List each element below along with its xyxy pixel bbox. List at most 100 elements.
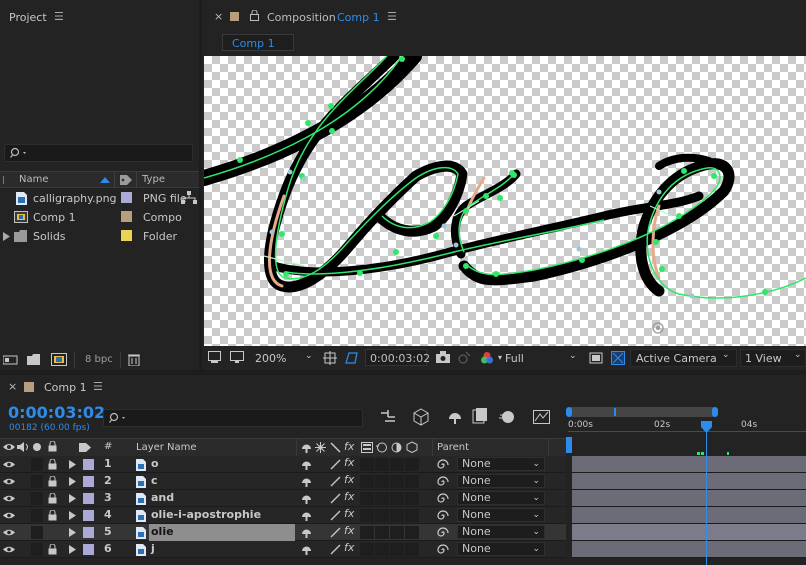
region-of-interest-icon[interactable] <box>589 351 603 365</box>
audio-icon[interactable] <box>17 442 29 452</box>
composition-viewer[interactable] <box>204 56 806 346</box>
layer-duration-bar[interactable] <box>572 541 806 558</box>
label-tag-icon[interactable] <box>78 442 92 453</box>
choose-grid-icon[interactable] <box>323 351 337 365</box>
motion-blur-switch-icon[interactable] <box>376 442 387 453</box>
current-time-indicator-head[interactable] <box>700 421 713 433</box>
frame-blend-toggle[interactable] <box>360 543 374 556</box>
quality-switch-icon[interactable] <box>330 476 341 487</box>
effects-fx-icon[interactable]: fx <box>344 541 354 554</box>
quality-switch-icon[interactable] <box>330 493 341 504</box>
shy-layers-icon[interactable] <box>447 409 463 425</box>
parent-dropdown[interactable]: None ⌄ <box>457 457 545 471</box>
pick-whip-icon[interactable] <box>437 459 449 471</box>
active-camera-select[interactable]: Active Camera ⌄ <box>630 349 737 367</box>
expand-triangle-icon[interactable] <box>69 545 76 554</box>
motion-blur-toggle[interactable] <box>375 509 389 522</box>
effects-fx-icon[interactable]: fx <box>344 456 354 469</box>
bit-depth-button[interactable]: 8 bpc <box>85 354 113 365</box>
3d-layer-toggle[interactable] <box>405 509 419 522</box>
color-channels-icon[interactable] <box>480 351 494 365</box>
lock-icon[interactable] <box>48 441 57 452</box>
time-ruler[interactable]: 0:00s 02s 04s <box>568 419 806 437</box>
adjustment-layer-icon[interactable] <box>391 442 402 453</box>
expand-triangle-icon[interactable] <box>69 511 76 520</box>
layer-duration-bar[interactable] <box>572 473 806 490</box>
chevron-down-icon[interactable]: ⌄ <box>305 351 313 361</box>
video-eye-icon[interactable] <box>3 477 15 486</box>
solo-icon[interactable] <box>32 442 42 452</box>
trash-icon[interactable] <box>128 353 140 366</box>
layer-number-header[interactable]: # <box>104 441 112 452</box>
column-type[interactable]: Type <box>142 174 165 185</box>
composition-name[interactable]: Comp 1 <box>337 11 380 24</box>
view-layout-select[interactable]: 1 View ⌄ <box>740 349 806 367</box>
layer-name-field[interactable]: and <box>149 490 295 507</box>
resolution-select[interactable]: Full <box>505 352 524 365</box>
expand-triangle-icon[interactable] <box>69 477 76 486</box>
comp-mini-flowchart-icon[interactable] <box>380 409 396 425</box>
composition-panel-title[interactable]: Composition <box>267 11 336 24</box>
frame-blend-toggle[interactable] <box>360 475 374 488</box>
pick-whip-icon[interactable] <box>437 493 449 505</box>
label-color-swatch[interactable] <box>121 211 132 222</box>
chevron-down-icon[interactable]: ⌄ <box>569 351 577 361</box>
3d-layer-toggle[interactable] <box>405 492 419 505</box>
quality-switch-icon[interactable] <box>330 544 341 555</box>
layer-name-field[interactable]: o <box>149 456 295 473</box>
3d-layer-toggle[interactable] <box>405 526 419 539</box>
project-search-input[interactable] <box>4 144 193 162</box>
effects-fx-icon[interactable]: fx <box>344 507 354 520</box>
lock-icon[interactable] <box>48 459 57 470</box>
chevron-down-icon[interactable]: ▾ <box>498 353 502 362</box>
shy-switch-icon[interactable] <box>301 528 312 538</box>
frame-blend-toggle[interactable] <box>360 509 374 522</box>
new-folder-icon[interactable] <box>27 354 41 366</box>
layer-row[interactable]: 2 c fx None ⌄ <box>0 473 566 490</box>
quality-switch-icon[interactable] <box>330 459 341 470</box>
shy-switch-icon[interactable] <box>301 477 312 487</box>
layer-duration-bar[interactable] <box>572 456 806 473</box>
motion-blur-toggle[interactable] <box>375 475 389 488</box>
close-panel-icon[interactable]: × <box>8 380 17 393</box>
adjustment-toggle[interactable] <box>390 492 404 505</box>
label-color-swatch[interactable] <box>121 192 132 203</box>
layer-row[interactable]: 6 j fx None ⌄ <box>0 541 566 558</box>
pick-whip-icon[interactable] <box>437 544 449 556</box>
effects-fx-icon[interactable]: fx <box>344 440 354 453</box>
solo-toggle[interactable] <box>31 543 43 556</box>
quality-switch-icon[interactable] <box>330 442 341 453</box>
column-drag-handle[interactable] <box>3 176 9 184</box>
composition-menu-icon[interactable]: ☰ <box>387 10 397 23</box>
project-panel-title[interactable]: Project <box>9 11 47 24</box>
frame-blend-toggle[interactable] <box>360 458 374 471</box>
collapse-switch-icon[interactable] <box>315 442 326 453</box>
project-item-solids[interactable]: Solids Folder <box>0 227 199 246</box>
lock-icon[interactable] <box>250 10 259 21</box>
comp-viewer-tab[interactable]: Comp 1 <box>222 34 294 51</box>
parent-dropdown[interactable]: None ⌄ <box>457 491 545 505</box>
expand-triangle-icon[interactable] <box>69 460 76 469</box>
shy-switch-icon[interactable] <box>301 511 312 521</box>
solo-toggle[interactable] <box>31 492 43 505</box>
frame-blend-toggle[interactable] <box>360 492 374 505</box>
graph-editor-icon[interactable] <box>533 408 551 425</box>
video-eye-icon[interactable] <box>3 460 15 469</box>
pick-whip-icon[interactable] <box>437 510 449 522</box>
3d-layer-toggle[interactable] <box>405 543 419 556</box>
interpret-footage-icon[interactable] <box>3 354 19 366</box>
parent-dropdown[interactable]: None ⌄ <box>457 474 545 488</box>
shy-switch-icon[interactable] <box>301 494 312 504</box>
video-eye-icon[interactable] <box>3 545 15 554</box>
frame-blend-switch-icon[interactable] <box>361 442 373 453</box>
layer-label-swatch[interactable] <box>83 510 94 521</box>
adjustment-toggle[interactable] <box>390 509 404 522</box>
adjustment-toggle[interactable] <box>390 543 404 556</box>
video-eye-icon[interactable] <box>3 528 15 537</box>
motion-blur-toggle[interactable] <box>375 492 389 505</box>
quality-switch-icon[interactable] <box>330 527 341 538</box>
layer-row[interactable]: 5 olie fx None ⌄ <box>0 524 566 541</box>
solo-toggle[interactable] <box>31 475 43 488</box>
layer-name-field[interactable]: c <box>149 473 295 490</box>
frame-blend-toggle[interactable] <box>360 526 374 539</box>
